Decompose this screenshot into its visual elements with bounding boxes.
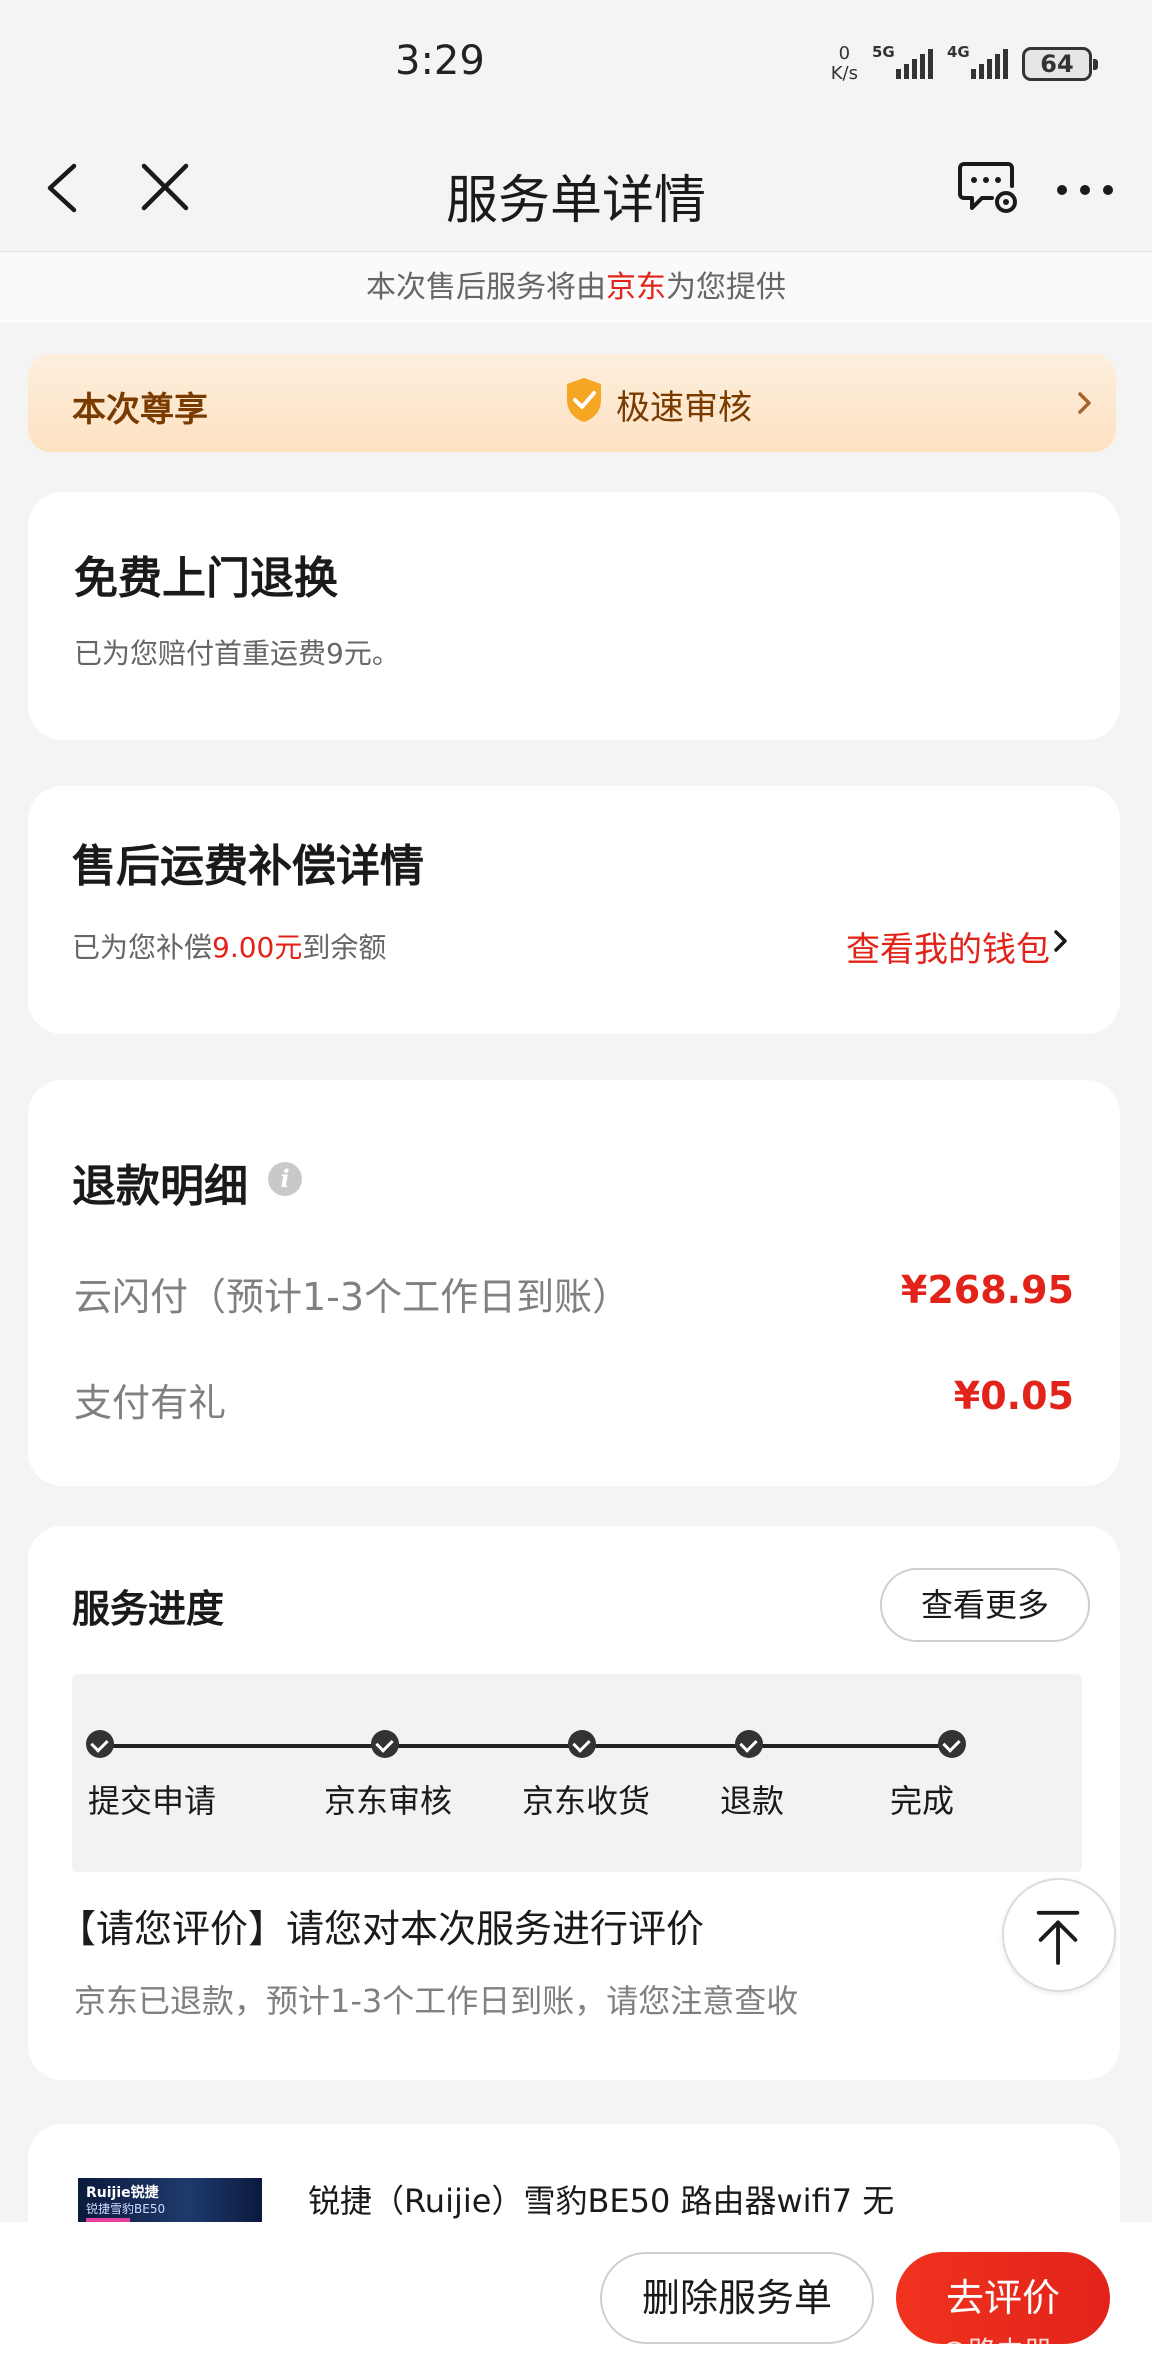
delete-service-order-button[interactable]: 删除服务单 (600, 2252, 874, 2344)
free-return-card: 免费上门退换 已为您赔付首重运费9元。 (28, 492, 1120, 740)
step-label: 京东收货 (521, 1782, 651, 1820)
shipping-compensation-title: 售后运费补偿详情 (72, 841, 424, 892)
step-label: 退款 (719, 1782, 785, 1820)
network-speed: 0 K/s (830, 43, 858, 84)
battery-icon: 64 (1022, 47, 1098, 81)
progress-title: 服务进度 (72, 1587, 225, 1631)
check-icon (371, 1730, 399, 1758)
free-return-title: 免费上门退换 (74, 553, 338, 604)
check-icon (938, 1730, 966, 1758)
status-indicators: 0 K/s 5G 4G 64 (830, 43, 1098, 84)
check-icon (86, 1730, 114, 1758)
chevron-right-icon[interactable] (1052, 926, 1070, 956)
navigation-bar: 服务单详情 (0, 130, 1152, 252)
step-label: 提交申请 (87, 1782, 217, 1820)
status-time: 3:29 (395, 38, 485, 84)
product-name[interactable]: 锐捷（Ruijie）雪豹BE50 路由器wifi7 无 (308, 2176, 894, 2222)
shipping-compensation-desc: 已为您补偿9.00元到余额 (72, 931, 387, 964)
watermark: @路由器 (940, 2335, 1053, 2368)
status-bar: 3:29 0 K/s 5G 4G 64 (0, 0, 1152, 130)
refund-row-label: 支付有礼 (74, 1381, 227, 1425)
step-label: 京东审核 (323, 1782, 453, 1820)
service-progress-card: 服务进度 查看更多 提交申请 京东审核 京东收货 退款 完成 【请您评价】请您对… (28, 1526, 1120, 2080)
privilege-label: 本次尊享 (72, 390, 208, 430)
check-icon (735, 1730, 763, 1758)
check-icon (568, 1730, 596, 1758)
info-icon[interactable]: i (268, 1162, 302, 1196)
more-icon[interactable] (1050, 160, 1120, 220)
step-label: 完成 (889, 1782, 955, 1820)
chevron-right-icon (1078, 392, 1091, 414)
progress-timeline: 提交申请 京东审核 京东收货 退款 完成 (72, 1674, 1082, 1872)
privilege-banner[interactable]: 本次尊享 极速审核 (28, 354, 1116, 452)
progress-line (100, 1744, 952, 1748)
signal-5g-icon: 5G (872, 43, 933, 79)
view-wallet-link[interactable]: 查看我的钱包 (846, 922, 1050, 971)
refund-details-card: 退款明细 i 云闪付（预计1-3个工作日到账） ¥268.95 支付有礼 ¥0.… (28, 1080, 1120, 1486)
back-to-top-button[interactable] (1002, 1878, 1116, 1992)
refund-row-label: 云闪付（预计1-3个工作日到账） (74, 1275, 631, 1319)
refund-title: 退款明细 (72, 1161, 248, 1212)
privilege-benefit: 极速审核 (616, 388, 752, 428)
back-to-top-icon (1036, 1910, 1080, 1965)
refund-row-amount: ¥0.05 (953, 1374, 1074, 1418)
message-settings-icon[interactable] (958, 156, 1022, 220)
provider-name: 京东 (606, 270, 666, 305)
evaluation-prompt[interactable]: 【请您评价】请您对本次服务进行评价 (58, 1898, 704, 1953)
free-return-desc: 已为您赔付首重运费9元。 (74, 637, 400, 670)
compensation-amount: 9.00元 (212, 931, 303, 964)
refund-row-amount: ¥268.95 (900, 1268, 1074, 1312)
shipping-compensation-card: 售后运费补偿详情 已为您补偿9.00元到余额 查看我的钱包 (28, 786, 1120, 1034)
view-more-button[interactable]: 查看更多 (880, 1568, 1090, 1642)
signal-4g-icon: 4G (947, 43, 1008, 79)
shield-check-icon (567, 378, 601, 422)
evaluation-desc: 京东已退款，预计1-3个工作日到账，请您注意查收 (74, 1982, 799, 2020)
service-provider-notice: 本次售后服务将由京东为您提供 (0, 253, 1152, 323)
